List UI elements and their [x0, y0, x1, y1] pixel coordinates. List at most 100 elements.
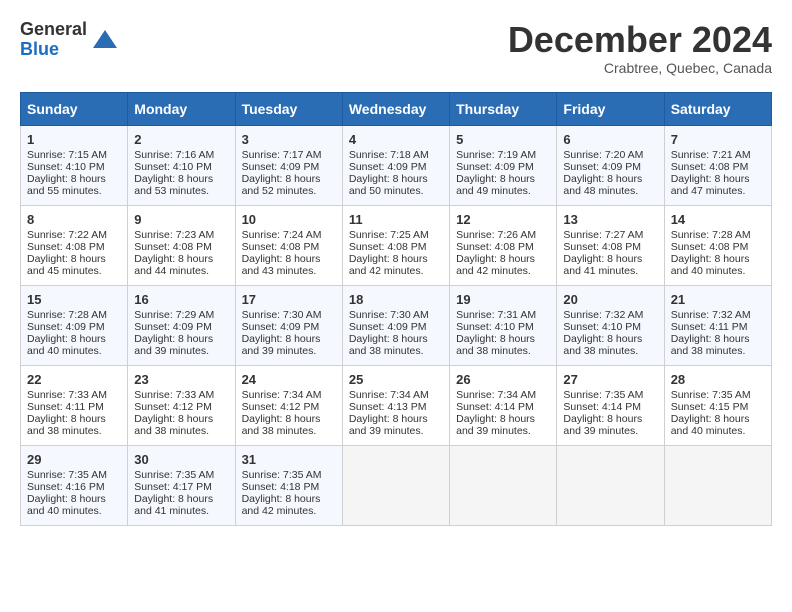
calendar-cell: 23 Sunrise: 7:33 AM Sunset: 4:12 PM Dayl… [128, 365, 235, 445]
sunset-label: Sunset: 4:17 PM [134, 481, 212, 493]
sunrise-label: Sunrise: 7:34 AM [242, 389, 322, 401]
sunset-label: Sunset: 4:08 PM [27, 241, 105, 253]
daylight-label: Daylight: 8 hours and 38 minutes. [671, 333, 750, 357]
day-number: 12 [456, 212, 550, 227]
daylight-label: Daylight: 8 hours and 41 minutes. [134, 493, 213, 517]
sunset-label: Sunset: 4:09 PM [242, 321, 320, 333]
calendar-cell [342, 445, 449, 525]
daylight-label: Daylight: 8 hours and 55 minutes. [27, 173, 106, 197]
sunrise-label: Sunrise: 7:28 AM [671, 229, 751, 241]
sunrise-label: Sunrise: 7:29 AM [134, 309, 214, 321]
calendar-week-row: 15 Sunrise: 7:28 AM Sunset: 4:09 PM Dayl… [21, 285, 772, 365]
daylight-label: Daylight: 8 hours and 40 minutes. [671, 253, 750, 277]
sunrise-label: Sunrise: 7:24 AM [242, 229, 322, 241]
sunset-label: Sunset: 4:10 PM [27, 161, 105, 173]
sunrise-label: Sunrise: 7:34 AM [456, 389, 536, 401]
sunset-label: Sunset: 4:13 PM [349, 401, 427, 413]
sunrise-label: Sunrise: 7:32 AM [671, 309, 751, 321]
page-header: General Blue December 2024 Crabtree, Que… [20, 20, 772, 76]
day-number: 9 [134, 212, 228, 227]
calendar-week-row: 8 Sunrise: 7:22 AM Sunset: 4:08 PM Dayli… [21, 205, 772, 285]
sunrise-label: Sunrise: 7:15 AM [27, 149, 107, 161]
header-friday: Friday [557, 92, 664, 125]
calendar-cell [450, 445, 557, 525]
sunset-label: Sunset: 4:09 PM [242, 161, 320, 173]
calendar-cell: 18 Sunrise: 7:30 AM Sunset: 4:09 PM Dayl… [342, 285, 449, 365]
calendar-week-row: 1 Sunrise: 7:15 AM Sunset: 4:10 PM Dayli… [21, 125, 772, 205]
daylight-label: Daylight: 8 hours and 40 minutes. [27, 333, 106, 357]
sunrise-label: Sunrise: 7:22 AM [27, 229, 107, 241]
calendar-cell: 12 Sunrise: 7:26 AM Sunset: 4:08 PM Dayl… [450, 205, 557, 285]
location-subtitle: Crabtree, Quebec, Canada [508, 60, 772, 76]
day-number: 20 [563, 292, 657, 307]
day-number: 22 [27, 372, 121, 387]
sunrise-label: Sunrise: 7:19 AM [456, 149, 536, 161]
calendar-cell: 20 Sunrise: 7:32 AM Sunset: 4:10 PM Dayl… [557, 285, 664, 365]
day-number: 7 [671, 132, 765, 147]
day-number: 13 [563, 212, 657, 227]
day-number: 5 [456, 132, 550, 147]
day-number: 27 [563, 372, 657, 387]
sunrise-label: Sunrise: 7:28 AM [27, 309, 107, 321]
day-number: 30 [134, 452, 228, 467]
daylight-label: Daylight: 8 hours and 40 minutes. [671, 413, 750, 437]
day-number: 3 [242, 132, 336, 147]
daylight-label: Daylight: 8 hours and 39 minutes. [456, 413, 535, 437]
daylight-label: Daylight: 8 hours and 49 minutes. [456, 173, 535, 197]
calendar-cell: 28 Sunrise: 7:35 AM Sunset: 4:15 PM Dayl… [664, 365, 771, 445]
sunrise-label: Sunrise: 7:31 AM [456, 309, 536, 321]
calendar-cell: 31 Sunrise: 7:35 AM Sunset: 4:18 PM Dayl… [235, 445, 342, 525]
calendar-cell: 14 Sunrise: 7:28 AM Sunset: 4:08 PM Dayl… [664, 205, 771, 285]
day-number: 28 [671, 372, 765, 387]
sunrise-label: Sunrise: 7:35 AM [671, 389, 751, 401]
daylight-label: Daylight: 8 hours and 39 minutes. [242, 333, 321, 357]
calendar-cell: 5 Sunrise: 7:19 AM Sunset: 4:09 PM Dayli… [450, 125, 557, 205]
calendar-table: SundayMondayTuesdayWednesdayThursdayFrid… [20, 92, 772, 526]
calendar-cell: 3 Sunrise: 7:17 AM Sunset: 4:09 PM Dayli… [235, 125, 342, 205]
daylight-label: Daylight: 8 hours and 47 minutes. [671, 173, 750, 197]
sunrise-label: Sunrise: 7:26 AM [456, 229, 536, 241]
daylight-label: Daylight: 8 hours and 52 minutes. [242, 173, 321, 197]
sunset-label: Sunset: 4:11 PM [671, 321, 748, 333]
day-number: 18 [349, 292, 443, 307]
day-number: 29 [27, 452, 121, 467]
calendar-cell: 15 Sunrise: 7:28 AM Sunset: 4:09 PM Dayl… [21, 285, 128, 365]
title-block: December 2024 Crabtree, Quebec, Canada [508, 20, 772, 76]
sunrise-label: Sunrise: 7:35 AM [242, 469, 322, 481]
header-saturday: Saturday [664, 92, 771, 125]
sunrise-label: Sunrise: 7:16 AM [134, 149, 214, 161]
sunrise-label: Sunrise: 7:33 AM [27, 389, 107, 401]
day-number: 26 [456, 372, 550, 387]
day-number: 4 [349, 132, 443, 147]
sunrise-label: Sunrise: 7:27 AM [563, 229, 643, 241]
day-number: 16 [134, 292, 228, 307]
calendar-cell: 11 Sunrise: 7:25 AM Sunset: 4:08 PM Dayl… [342, 205, 449, 285]
daylight-label: Daylight: 8 hours and 42 minutes. [349, 253, 428, 277]
calendar-cell: 21 Sunrise: 7:32 AM Sunset: 4:11 PM Dayl… [664, 285, 771, 365]
calendar-cell [664, 445, 771, 525]
day-number: 24 [242, 372, 336, 387]
day-number: 31 [242, 452, 336, 467]
sunset-label: Sunset: 4:10 PM [563, 321, 641, 333]
daylight-label: Daylight: 8 hours and 43 minutes. [242, 253, 321, 277]
sunset-label: Sunset: 4:18 PM [242, 481, 320, 493]
header-sunday: Sunday [21, 92, 128, 125]
calendar-cell: 25 Sunrise: 7:34 AM Sunset: 4:13 PM Dayl… [342, 365, 449, 445]
sunset-label: Sunset: 4:08 PM [563, 241, 641, 253]
month-title: December 2024 [508, 20, 772, 60]
sunset-label: Sunset: 4:09 PM [456, 161, 534, 173]
calendar-cell: 8 Sunrise: 7:22 AM Sunset: 4:08 PM Dayli… [21, 205, 128, 285]
daylight-label: Daylight: 8 hours and 38 minutes. [563, 333, 642, 357]
day-number: 14 [671, 212, 765, 227]
calendar-cell: 6 Sunrise: 7:20 AM Sunset: 4:09 PM Dayli… [557, 125, 664, 205]
calendar-cell: 16 Sunrise: 7:29 AM Sunset: 4:09 PM Dayl… [128, 285, 235, 365]
calendar-cell: 27 Sunrise: 7:35 AM Sunset: 4:14 PM Dayl… [557, 365, 664, 445]
day-number: 6 [563, 132, 657, 147]
day-number: 25 [349, 372, 443, 387]
day-number: 2 [134, 132, 228, 147]
daylight-label: Daylight: 8 hours and 38 minutes. [456, 333, 535, 357]
calendar-week-row: 29 Sunrise: 7:35 AM Sunset: 4:16 PM Dayl… [21, 445, 772, 525]
daylight-label: Daylight: 8 hours and 45 minutes. [27, 253, 106, 277]
sunset-label: Sunset: 4:09 PM [134, 321, 212, 333]
daylight-label: Daylight: 8 hours and 40 minutes. [27, 493, 106, 517]
